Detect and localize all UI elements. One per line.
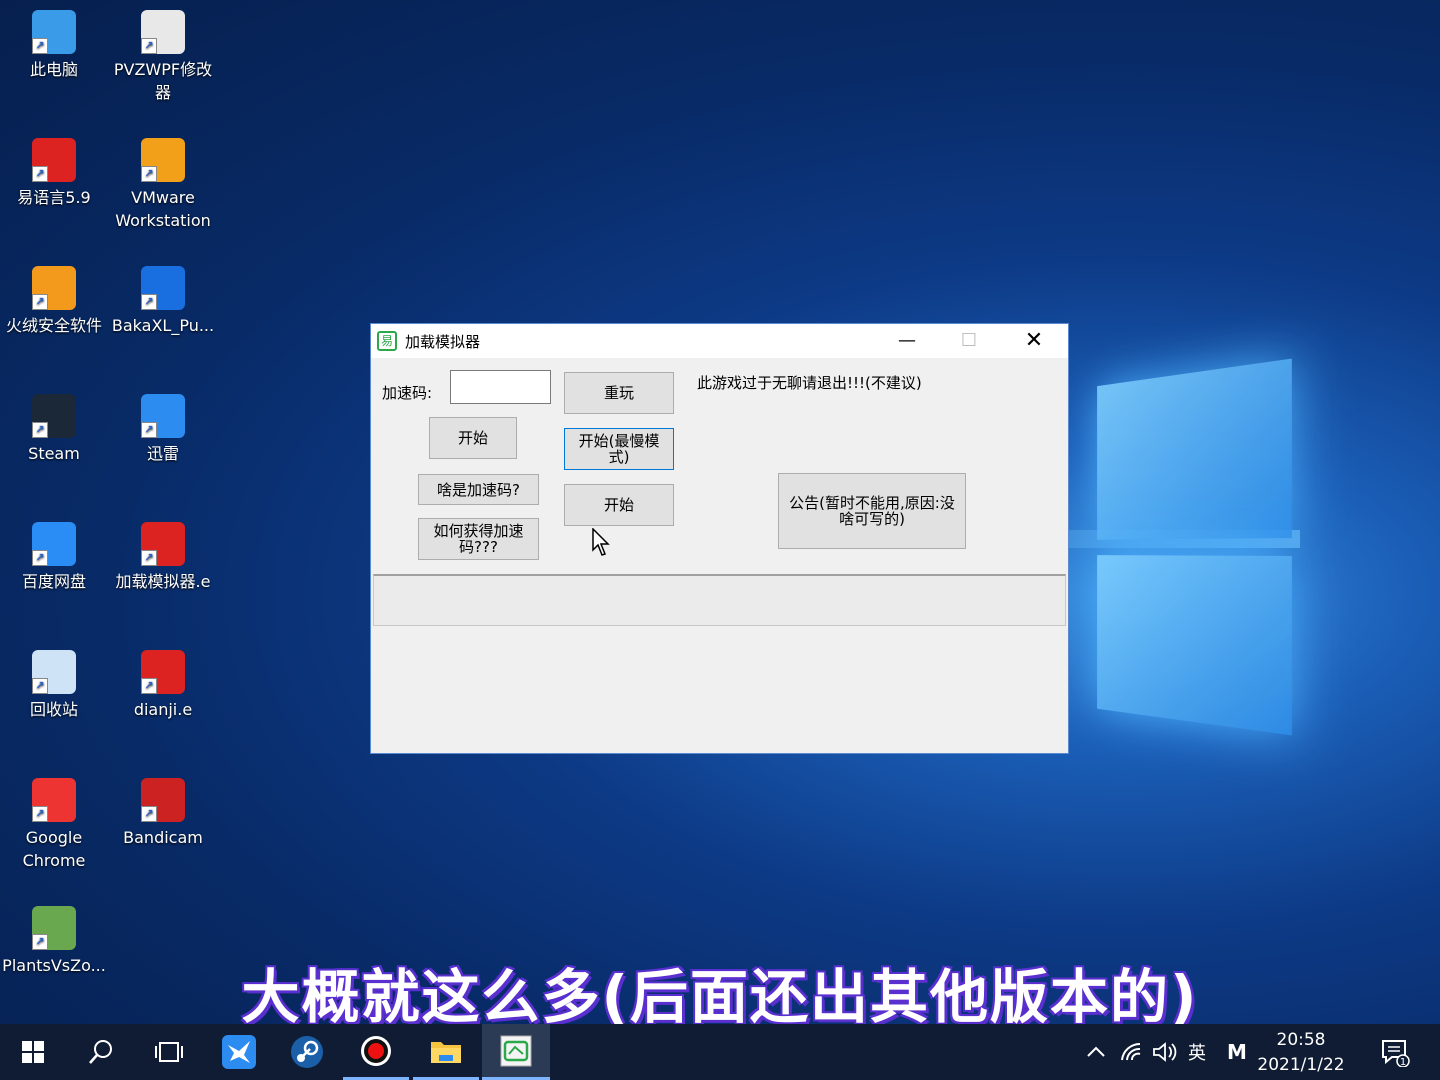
minimize-button[interactable]: — [876,324,938,358]
desktop-icon[interactable]: ↗ PVZWPF修改器 [109,10,217,104]
shortcut-arrow-icon: ↗ [32,166,48,182]
app-icon: 易 [377,331,397,351]
chrome-icon: ↗ [32,778,76,822]
taskbar: 英 M 20:58 2021/1/22 1 [0,1024,1440,1080]
shortcut-arrow-icon: ↗ [32,806,48,822]
shortcut-arrow-icon: ↗ [141,806,157,822]
what-is-speed-code-button[interactable]: 啥是加速码? [418,474,539,505]
shortcut-arrow-icon: ↗ [32,550,48,566]
shortcut-arrow-icon: ↗ [141,38,157,54]
emulator-app-icon[interactable] [482,1024,550,1080]
input-method-indicator[interactable]: 英 [1188,1024,1206,1080]
windows-logo-wallpaper [1070,334,1298,767]
title-bar[interactable]: 易 加载模拟器 — ☐ ✕ [371,324,1068,358]
desktop-icon-label: VMware Workstation [115,188,211,230]
desktop-icon[interactable]: ↗ 回收站 [0,650,108,721]
shortcut-arrow-icon: ↗ [32,934,48,950]
desktop-icon[interactable]: ↗ 此电脑 [0,10,108,81]
xunlei-icon[interactable] [206,1024,272,1080]
steam-icon[interactable] [274,1024,340,1080]
search-icon[interactable] [68,1024,134,1080]
desktop-icon-label: Bandicam [123,828,203,847]
desktop-icon[interactable]: ↗ 火绒安全软件 [0,266,108,337]
shortcut-arrow-icon: ↗ [32,38,48,54]
desktop-icon-label: Steam [28,444,80,463]
start-button-2[interactable]: 开始 [564,484,674,526]
shortcut-arrow-icon: ↗ [141,678,157,694]
huorong-icon: ↗ [32,266,76,310]
desktop-icon-label: 加载模拟器.e [115,572,211,591]
start-icon[interactable] [0,1024,66,1080]
vmware-icon: ↗ [141,138,185,182]
clock[interactable]: 20:58 2021/1/22 [1246,1028,1356,1078]
mouse-cursor-icon [592,528,610,556]
how-to-get-code-button[interactable]: 如何获得加速码??? [418,518,539,560]
shortcut-arrow-icon: ↗ [32,422,48,438]
video-subtitle: 大概就这么多(后面还出其他版本的) [241,963,1199,1031]
shortcut-arrow-icon: ↗ [141,166,157,182]
desktop-icon-label: 百度网盘 [21,572,86,591]
close-button[interactable]: ✕ [1003,324,1065,358]
volume-icon[interactable] [1152,1024,1178,1080]
desktop-icon[interactable]: ↗ dianji.e [109,650,217,721]
replay-button[interactable]: 重玩 [564,372,674,414]
speed-code-label: 加速码: [382,384,433,402]
computer-icon: ↗ [32,10,76,54]
desktop-icon-label: dianji.e [133,700,193,719]
desktop-icon-label: 火绒安全软件 [5,316,102,335]
shortcut-arrow-icon: ↗ [141,294,157,310]
status-bar [373,574,1066,626]
plants-vs-zombies-icon: ↗ [32,906,76,950]
eyuyan-file-icon: ↗ [141,650,185,694]
clock-date: 2021/1/22 [1257,1055,1345,1075]
shortcut-arrow-icon: ↗ [32,678,48,694]
emulator-window[interactable]: 易 加载模拟器 — ☐ ✕ 加速码: 开始 啥是加速码? 如何获得加速码??? … [370,323,1069,754]
recycle-bin-icon: ↗ [32,650,76,694]
desktop-icon-label: PVZWPF修改器 [113,60,213,102]
desktop-icon-label: 迅雷 [146,444,179,463]
desktop-icon-label: BakaXL_Pu... [111,316,215,335]
maximize-button[interactable]: ☐ [938,324,1000,358]
baidu-netdisk-icon: ↗ [32,522,76,566]
file-explorer-icon[interactable] [413,1024,479,1080]
eyuyan-icon: ↗ [32,138,76,182]
bandicam-icon: ↗ [141,778,185,822]
start-button[interactable]: 开始 [429,417,517,459]
desktop-icon-label: 回收站 [29,700,78,719]
steam-icon: ↗ [32,394,76,438]
xunlei-icon: ↗ [141,394,185,438]
task-view-icon[interactable] [136,1024,202,1080]
network-icon[interactable] [1120,1024,1144,1080]
window-title: 加载模拟器 [405,332,481,351]
notification-count: 1 [1400,1057,1406,1067]
app-window-icon: ↗ [141,10,185,54]
exit-warning-text: 此游戏过于无聊请退出!!!(不建议) [697,374,922,392]
bakaxl-icon: ↗ [141,266,185,310]
desktop-icon-label: 易语言5.9 [17,188,91,207]
desktop-icon[interactable]: ↗ 迅雷 [109,394,217,465]
desktop-icon[interactable]: ↗ VMware Workstation [109,138,217,232]
desktop-icon[interactable]: ↗ 加载模拟器.e [109,522,217,593]
show-hidden-icons-chevron[interactable] [1086,1024,1106,1080]
shortcut-arrow-icon: ↗ [32,294,48,310]
desktop-icon[interactable]: ↗ Google Chrome [0,778,108,872]
desktop-icon[interactable]: ↗ 百度网盘 [0,522,108,593]
slow-mode-start-button[interactable]: 开始(最慢模式) [564,428,674,470]
eyuyan-file-icon: ↗ [141,522,185,566]
desktop-icon[interactable]: ↗ Bandicam [109,778,217,849]
speed-code-input[interactable] [450,370,551,404]
desktop-icon-label: 此电脑 [29,60,78,79]
bandicam-icon[interactable] [343,1024,409,1080]
desktop-icon-label: Google Chrome [22,828,86,870]
desktop-icon[interactable]: ↗ BakaXL_Pu... [109,266,217,337]
ime-mode-indicator[interactable]: M [1227,1024,1247,1080]
notification-center-icon[interactable]: 1 [1380,1024,1410,1080]
notice-button[interactable]: 公告(暂时不能用,原因:没啥可写的) [778,473,966,549]
desktop-icon[interactable]: ↗ 易语言5.9 [0,138,108,209]
shortcut-arrow-icon: ↗ [141,422,157,438]
shortcut-arrow-icon: ↗ [141,550,157,566]
clock-time: 20:58 [1276,1030,1326,1050]
desktop-icon[interactable]: ↗ Steam [0,394,108,465]
